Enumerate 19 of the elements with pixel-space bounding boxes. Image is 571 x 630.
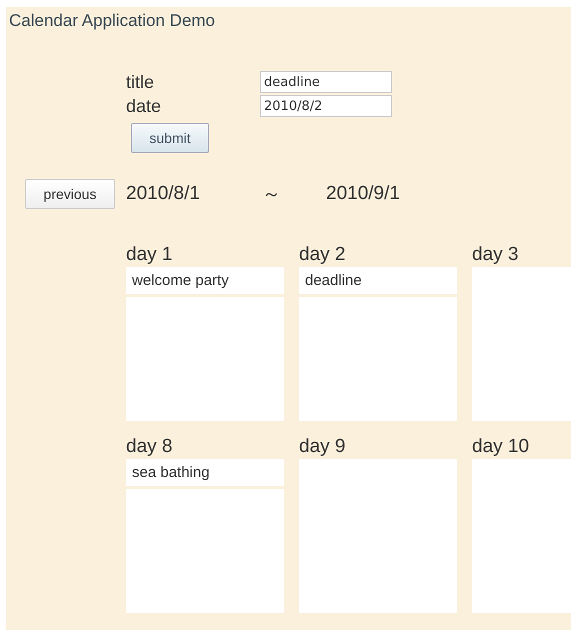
- input-field[interactable]: 2010/8/2: [260, 95, 392, 117]
- previous-button[interactable]: previous: [25, 179, 115, 209]
- end-date: 2010/9/1: [326, 183, 400, 205]
- day-label: day 10: [472, 435, 530, 459]
- day-label: day 3: [472, 243, 520, 267]
- submit-button[interactable]: submit: [131, 123, 209, 153]
- day-label: day 2: [299, 243, 346, 267]
- field-label: title: [126, 71, 156, 93]
- range-separator: ～: [262, 183, 282, 207]
- field-label: date: [126, 95, 162, 117]
- day-label: day 1: [126, 243, 174, 267]
- start-date: 2010/8/1: [126, 183, 201, 205]
- event-entry[interactable]: deadline: [299, 267, 457, 297]
- day-label: day 9: [299, 435, 346, 459]
- input-field[interactable]: deadline: [260, 71, 392, 93]
- event-entry[interactable]: sea bathing: [126, 459, 284, 489]
- app-title: Calendar Application Demo: [9, 11, 216, 31]
- event-entry[interactable]: welcome party: [126, 267, 284, 297]
- day-label: day 8: [126, 435, 174, 459]
